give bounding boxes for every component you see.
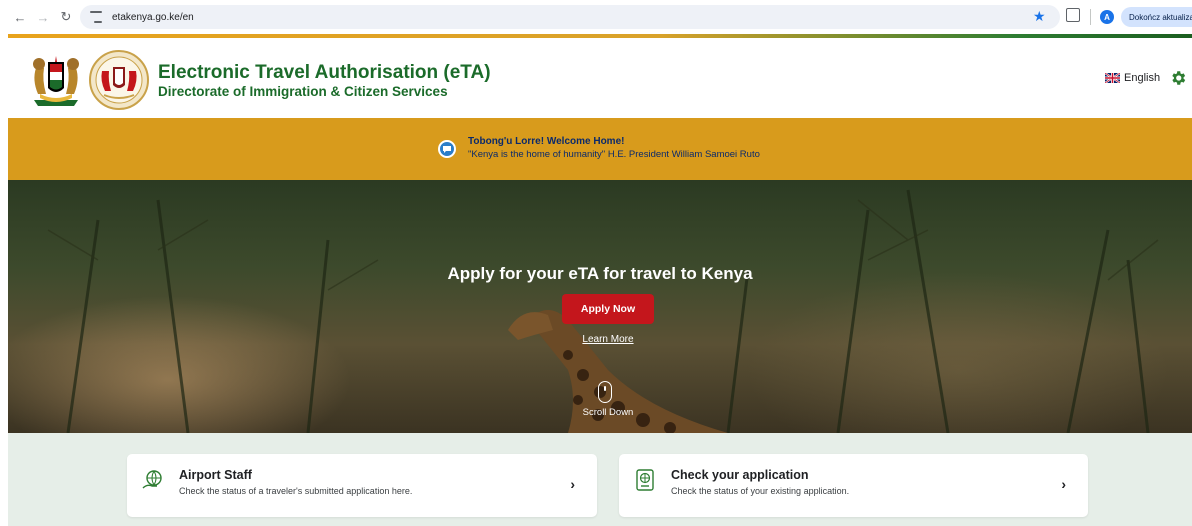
hero-section: Apply for your eTA for travel to Kenya A… [8, 180, 1192, 433]
back-arrow-icon[interactable]: ← [10, 7, 30, 27]
hero-title: Apply for your eTA for travel to Kenya [447, 264, 753, 283]
chevron-right-icon[interactable]: › [570, 476, 575, 492]
site-info-icon[interactable] [90, 11, 104, 23]
card-title: Airport Staff [179, 468, 252, 482]
toolbar-divider [1090, 9, 1091, 25]
immigration-seal-icon [89, 50, 149, 110]
card-description: Check the status of a traveler's submitt… [179, 486, 413, 496]
check-application-card[interactable]: Check your application Check the status … [619, 454, 1088, 517]
welcome-banner: Tobong'u Lorre! Welcome Home! "Kenya is … [8, 118, 1192, 180]
mouse-scroll-icon[interactable] [598, 381, 612, 403]
forward-arrow-icon[interactable]: → [33, 7, 53, 27]
card-title: Check your application [671, 468, 809, 482]
kenya-coat-of-arms-icon [33, 56, 79, 106]
passport-icon [636, 469, 654, 491]
update-button[interactable]: Dokończ aktualizację [1121, 7, 1192, 27]
card-description: Check the status of your existing applic… [671, 486, 850, 496]
site-subtitle: Directorate of Immigration & Citizen Ser… [158, 84, 448, 99]
scroll-down-label[interactable]: Scroll Down [8, 407, 1192, 418]
language-label: English [1124, 72, 1161, 84]
learn-more-link[interactable]: Learn More [8, 334, 1192, 345]
site-header: Electronic Travel Authorisation (eTA) Di… [8, 38, 1192, 118]
bookmark-star-icon[interactable]: ★ [1033, 8, 1046, 25]
services-section: Airport Staff Check the status of a trav… [8, 433, 1192, 526]
apply-now-button[interactable]: Apply Now [562, 294, 654, 324]
speech-bubble-icon [438, 140, 456, 158]
browser-toolbar: ← → ↻ etakenya.go.ke/en ★ A Dokończ aktu… [0, 0, 1192, 34]
language-selector[interactable]: English [1105, 72, 1160, 84]
banner-title: Tobong'u Lorre! Welcome Home! [468, 136, 625, 147]
uk-flag-icon [1105, 73, 1120, 83]
profile-avatar[interactable]: A [1100, 10, 1114, 24]
site-title: Electronic Travel Authorisation (eTA) [158, 62, 491, 83]
chevron-right-icon[interactable]: › [1061, 476, 1066, 492]
settings-gear-icon[interactable] [1169, 69, 1187, 87]
airport-staff-card[interactable]: Airport Staff Check the status of a trav… [127, 454, 597, 517]
reload-icon[interactable]: ↻ [56, 7, 76, 27]
extensions-icon[interactable] [1066, 8, 1080, 22]
address-bar[interactable]: etakenya.go.ke/en [80, 5, 1060, 29]
globe-hand-icon [142, 470, 162, 489]
url-text: etakenya.go.ke/en [112, 11, 194, 23]
banner-quote: "Kenya is the home of humanity" H.E. Pre… [468, 149, 760, 160]
